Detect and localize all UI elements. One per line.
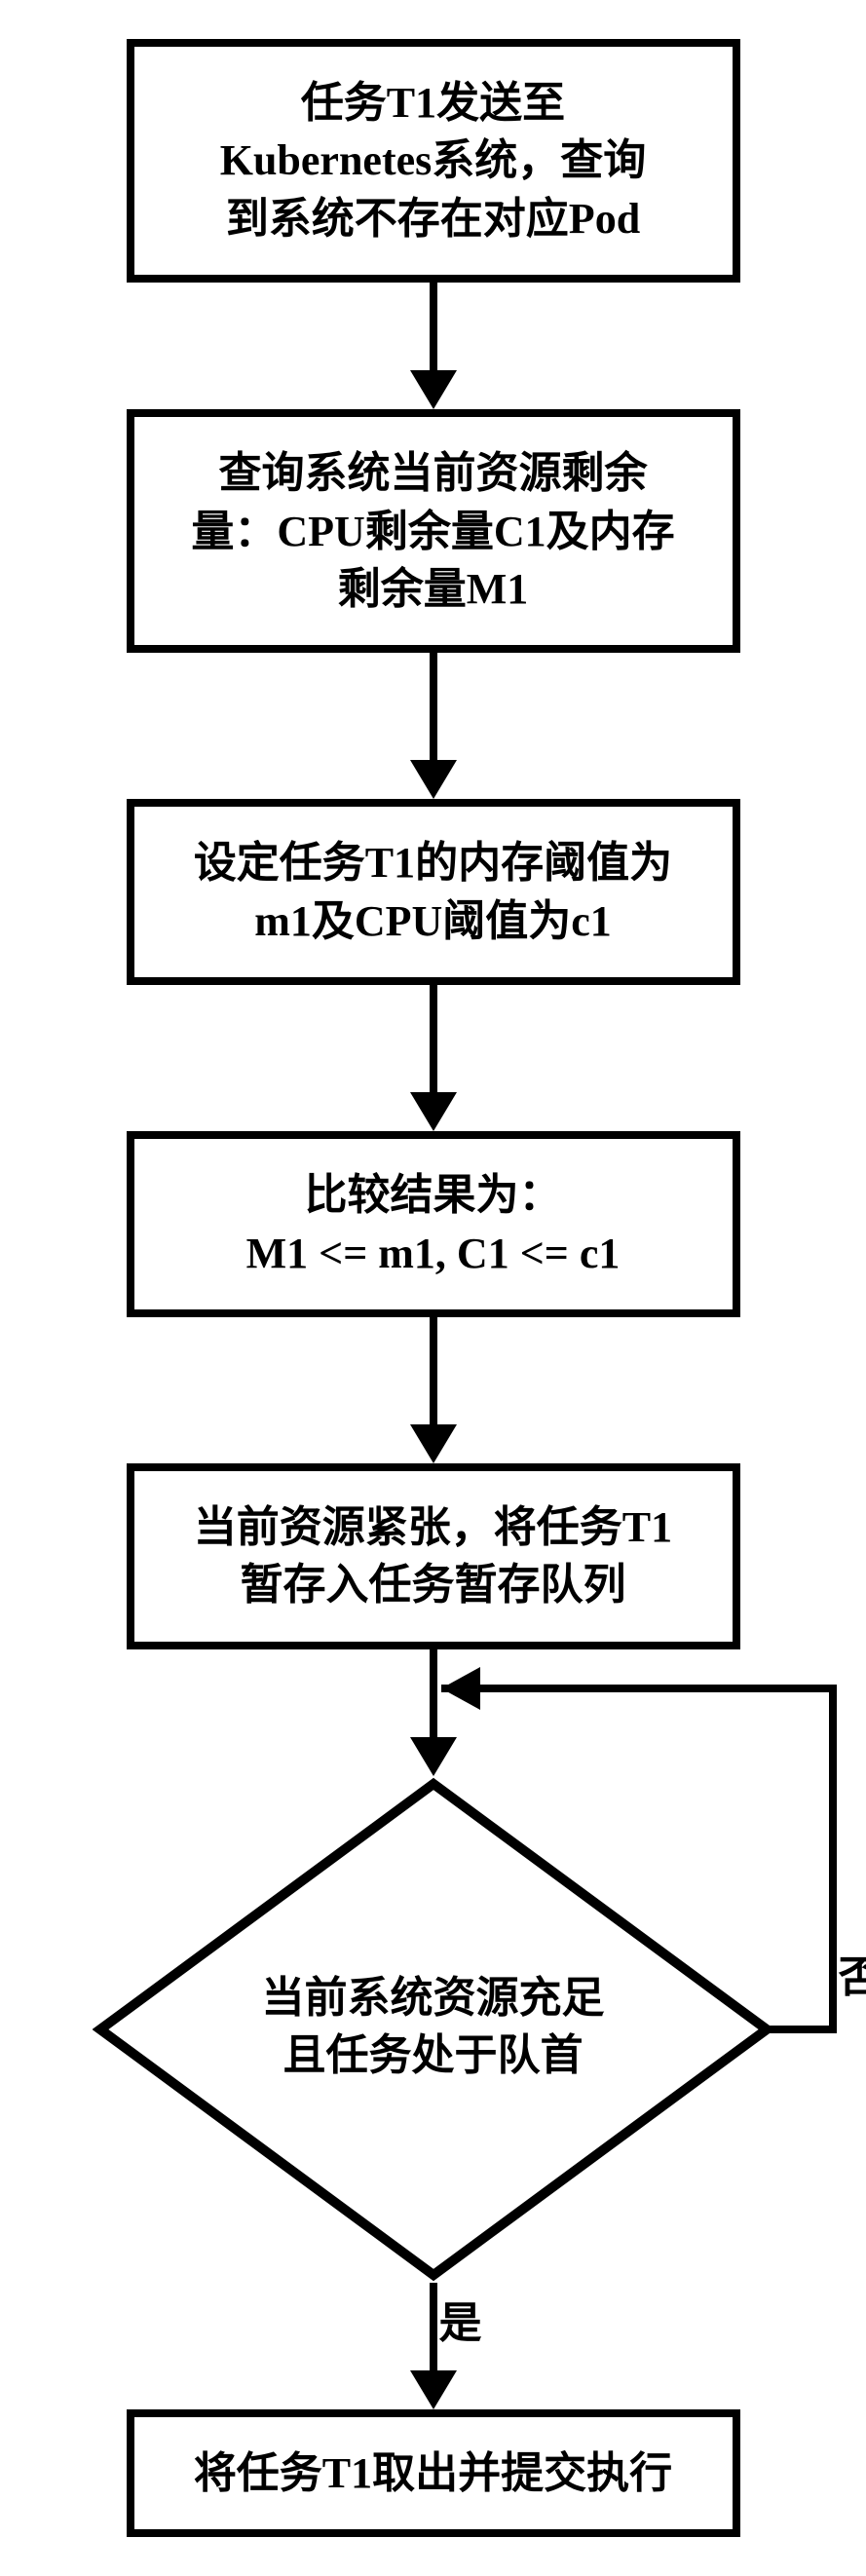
- node-set-threshold: 设定任务T1的内存阈值为m1及CPU阈值为c1: [127, 799, 740, 985]
- node-queue-task: 当前资源紧张，将任务T1暂存入任务暂存队列: [127, 1463, 740, 1649]
- arrow-down-icon: [410, 653, 457, 799]
- node-text: 任务T1发送至Kubernetes系统，查询到系统不存在对应Pod: [220, 79, 647, 243]
- loopback-path: [93, 1649, 774, 2283]
- node-execute: 将任务T1取出并提交执行: [127, 2409, 740, 2537]
- decision-node: 当前系统资源充足且任务处于队首 否: [93, 1776, 774, 2283]
- label-no: 否: [839, 1942, 866, 2004]
- yes-arrow-wrap: 是: [410, 2283, 457, 2409]
- node-text: 比较结果为：M1 <= m1, C1 <= c1: [246, 1171, 621, 1276]
- node-query-resource: 查询系统当前资源剩余量：CPU剩余量C1及内存剩余量M1: [127, 409, 740, 653]
- node-text: 查询系统当前资源剩余量：CPU剩余量C1及内存剩余量M1: [191, 449, 674, 613]
- node-text: 将任务T1取出并提交执行: [194, 2449, 672, 2497]
- node-text: 设定任务T1的内存阈值为m1及CPU阈值为c1: [194, 839, 672, 944]
- node-text: 当前资源紧张，将任务T1暂存入任务暂存队列: [194, 1503, 672, 1609]
- label-yes: 是: [439, 2288, 482, 2350]
- flowchart: 任务T1发送至Kubernetes系统，查询到系统不存在对应Pod 查询系统当前…: [93, 39, 774, 2537]
- arrow-down-icon: [410, 1317, 457, 1463]
- arrow-down-icon: [410, 283, 457, 409]
- decision-text: 当前系统资源充足且任务处于队首: [200, 1969, 667, 2085]
- node-start: 任务T1发送至Kubernetes系统，查询到系统不存在对应Pod: [127, 39, 740, 283]
- node-compare: 比较结果为：M1 <= m1, C1 <= c1: [127, 1131, 740, 1317]
- arrow-down-icon: [410, 985, 457, 1131]
